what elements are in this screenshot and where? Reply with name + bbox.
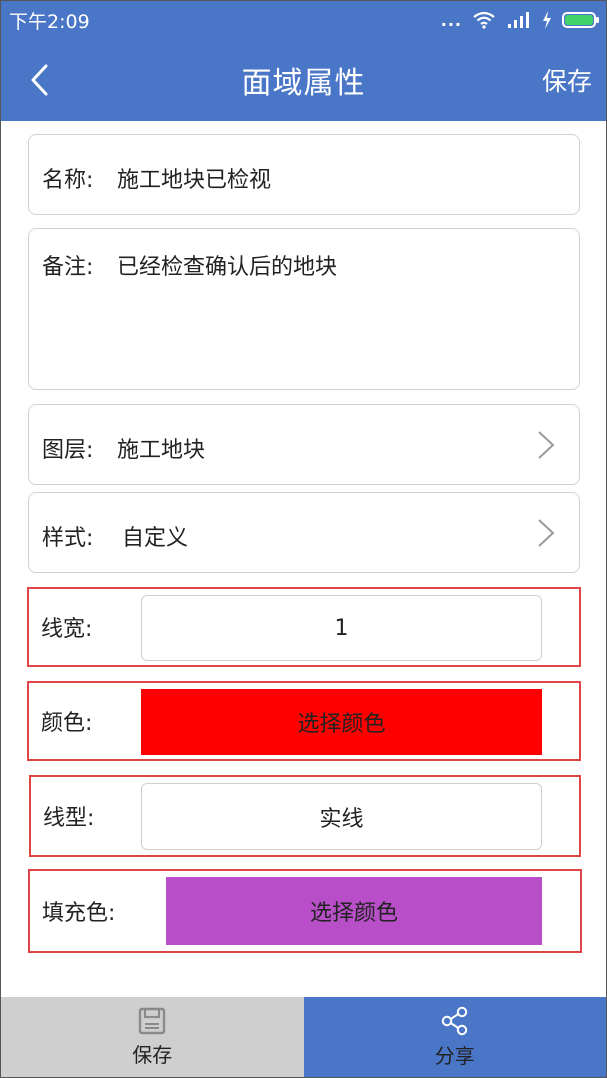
color-row: 颜色: 选择颜色	[27, 681, 581, 761]
style-label: 样式:	[42, 526, 94, 551]
style-selector[interactable]: 样式: 自定义	[28, 492, 580, 573]
bottom-save-button[interactable]: 保存	[1, 997, 304, 1077]
color-label: 颜色:	[41, 711, 93, 736]
fill-color-row: 填充色: 选择颜色	[28, 869, 582, 953]
line-type-label: 线型:	[43, 806, 95, 831]
remark-value: 已经检查确认后的地块	[117, 255, 338, 280]
bottom-save-label: 保存	[132, 1042, 173, 1067]
layer-selector[interactable]: 图层: 施工地块	[28, 404, 580, 485]
line-type-selector[interactable]: 实线	[141, 783, 542, 850]
line-width-input[interactable]: 1	[141, 595, 542, 661]
battery-fill	[565, 15, 593, 25]
charging-icon	[543, 11, 551, 29]
layer-value: 施工地块	[117, 438, 206, 463]
status-time: 下午2:09	[9, 10, 90, 33]
fill-color-label: 填充色:	[42, 901, 116, 926]
choose-color-button[interactable]: 选择颜色	[141, 689, 542, 755]
chevron-right-icon	[538, 430, 555, 459]
more-dots: ...	[440, 10, 462, 30]
name-value: 施工地块已检视	[117, 168, 272, 193]
remark-field[interactable]: 备注: 已经检查确认后的地块	[28, 228, 580, 390]
line-type-row: 线型: 实线	[29, 775, 581, 857]
line-width-row: 线宽: 1	[27, 587, 581, 667]
style-value: 自定义	[122, 526, 189, 551]
status-bar: 下午2:09 ...	[1, 1, 606, 39]
header-save-button[interactable]: 保存	[542, 39, 592, 121]
line-width-label: 线宽:	[41, 617, 93, 642]
bottom-share-label: 分享	[434, 1043, 475, 1068]
remark-label: 备注:	[42, 255, 94, 280]
wifi-icon	[473, 11, 495, 29]
title-bar: 面域属性 保存	[1, 39, 606, 121]
floppy-disk-icon	[139, 1007, 166, 1034]
status-icons: ...	[440, 10, 599, 30]
name-label: 名称:	[42, 168, 94, 193]
choose-fill-color-button[interactable]: 选择颜色	[166, 877, 542, 945]
bottom-bar: 保存 分享	[1, 997, 606, 1077]
page-title: 面域属性	[241, 66, 366, 101]
layer-label: 图层:	[42, 438, 94, 463]
chevron-right-icon	[538, 518, 555, 547]
bottom-share-button[interactable]: 分享	[303, 997, 606, 1077]
battery-icon	[562, 12, 599, 28]
signal-icon	[508, 12, 529, 28]
name-field[interactable]: 名称: 施工地块已检视	[28, 134, 580, 215]
share-icon	[441, 1006, 467, 1035]
